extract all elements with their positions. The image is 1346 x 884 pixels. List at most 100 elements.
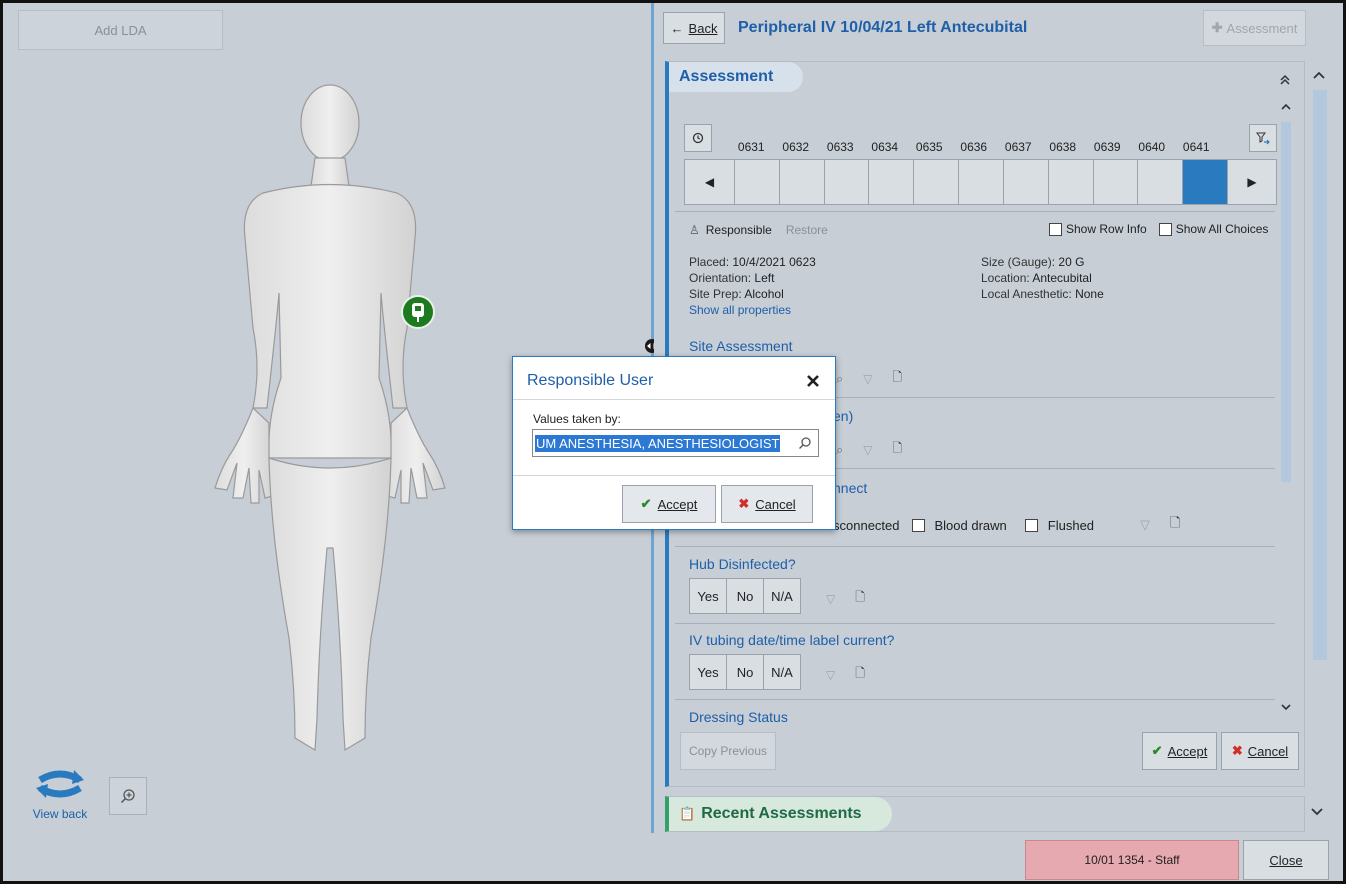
status-indicator[interactable]: 10/01 1354 - Staff	[1025, 840, 1239, 880]
view-back-button[interactable]: View back	[25, 766, 95, 826]
cancel-button[interactable]: ✖ Cancel	[1221, 732, 1299, 770]
add-assessment-button[interactable]: ✚ Assessment	[1203, 10, 1306, 46]
time-label: 0635	[915, 140, 943, 154]
time-cell[interactable]	[958, 160, 1003, 204]
add-lda-button[interactable]: Add LDA	[18, 10, 223, 50]
time-cell[interactable]	[868, 160, 913, 204]
na-button[interactable]: N/A	[763, 578, 801, 614]
lda-title: Peripheral IV 10/04/21 Left Antecubital	[738, 19, 1028, 36]
close-icon[interactable]	[804, 372, 822, 390]
show-row-info-checkbox[interactable]: Show Row Info	[1049, 222, 1147, 237]
time-cell[interactable]	[733, 160, 779, 204]
check-icon: ✔	[640, 496, 652, 511]
search-icon[interactable]: ⌕	[836, 442, 843, 458]
restore-link[interactable]: Restore	[786, 223, 828, 237]
time-cell[interactable]	[1092, 160, 1138, 204]
close-label: Close	[1269, 852, 1303, 868]
outer-scrollbar[interactable]	[1309, 65, 1329, 685]
hub-tools: ▽ 🗋	[826, 588, 865, 609]
no-button[interactable]: No	[726, 578, 764, 614]
copy-previous-button[interactable]: Copy Previous	[680, 732, 776, 770]
filter-icon[interactable]: ▽	[826, 668, 835, 682]
recent-assessments-label: Recent Assessments	[701, 805, 862, 822]
hub-disinfected-choices: Yes No N/A	[689, 578, 801, 614]
time-label: 0641	[1182, 140, 1210, 154]
comment-icon[interactable]: 🗋	[893, 368, 903, 389]
filter-columns-button[interactable]	[1249, 124, 1277, 152]
time-picker-button[interactable]	[684, 124, 712, 152]
time-strip: ◀ ▶	[684, 159, 1277, 205]
time-label: 0638	[1049, 140, 1077, 154]
dialog-accept-button[interactable]: ✔ Accept	[622, 485, 716, 523]
time-cell-selected[interactable]	[1182, 160, 1228, 204]
comment-icon[interactable]: 🗋	[855, 588, 865, 609]
search-icon[interactable]: ⌕	[836, 371, 843, 387]
disconnected-option[interactable]: sconnected	[833, 518, 900, 533]
time-cell[interactable]	[1047, 160, 1093, 204]
divider	[675, 211, 1275, 212]
close-button[interactable]: Close	[1243, 840, 1329, 880]
inner-scrollbar[interactable]	[1279, 100, 1293, 740]
time-cell[interactable]	[778, 160, 824, 204]
iv-tubing-label: IV tubing date/time label current?	[689, 632, 895, 648]
outer-scroll-thumb[interactable]	[1313, 90, 1327, 660]
accept-button[interactable]: ✔ Accept	[1142, 732, 1217, 770]
show-all-properties-link[interactable]: Show all properties	[689, 303, 791, 317]
recent-assessments-header[interactable]: 📋 Recent Assessments	[669, 797, 892, 831]
scroll-up-icon[interactable]	[1309, 65, 1329, 85]
show-all-choices-checkbox[interactable]: Show All Choices	[1158, 222, 1269, 237]
yes-button[interactable]: Yes	[689, 578, 727, 614]
time-cell[interactable]	[913, 160, 958, 204]
flushed-checkbox[interactable]	[1024, 518, 1038, 532]
show-row-info-label: Show Row Info	[1066, 222, 1147, 236]
comment-icon[interactable]: 🗋	[1170, 514, 1180, 536]
filter-icon[interactable]: ▽	[863, 443, 872, 457]
body-figure[interactable]	[193, 78, 468, 768]
time-cell[interactable]	[823, 160, 869, 204]
scroll-up-icon[interactable]	[1279, 100, 1293, 114]
zoom-button[interactable]	[109, 777, 147, 815]
search-icon[interactable]	[798, 436, 812, 450]
no-button[interactable]: No	[726, 654, 764, 690]
comment-icon[interactable]: 🗋	[855, 664, 865, 685]
divider	[675, 699, 1275, 700]
divider	[675, 546, 1275, 547]
inner-scroll-thumb[interactable]	[1281, 122, 1291, 482]
dialog-cancel-button[interactable]: ✖ Cancel	[721, 485, 813, 523]
time-label: 0639	[1093, 140, 1121, 154]
recent-assessments-panel[interactable]: 📋 Recent Assessments	[665, 796, 1305, 832]
iv-line-marker-icon[interactable]	[401, 295, 435, 329]
time-next-button[interactable]: ▶	[1227, 160, 1276, 204]
responsible-link[interactable]: Responsible	[706, 223, 772, 237]
view-options: Show Row Info Show All Choices	[1049, 222, 1269, 237]
dressing-status-label: Dressing Status	[689, 709, 788, 725]
scroll-down-icon[interactable]	[1279, 700, 1293, 714]
time-prev-button[interactable]: ◀	[685, 160, 734, 204]
back-button[interactable]: ← Back	[663, 12, 725, 44]
user-icon: ♙	[689, 223, 700, 237]
collapse-up-icon[interactable]	[1277, 72, 1293, 88]
divider	[513, 399, 835, 400]
size-value: 20 G	[1058, 255, 1085, 269]
na-button[interactable]: N/A	[763, 654, 801, 690]
time-label: 0637	[1004, 140, 1032, 154]
time-cell[interactable]	[1137, 160, 1182, 204]
iv-tools: ▽ 🗋	[826, 664, 865, 685]
next-arrow-icon: ▶	[1247, 175, 1257, 189]
expand-down-icon[interactable]	[1309, 803, 1325, 819]
time-label: 0632	[782, 140, 810, 154]
blood-drawn-checkbox[interactable]	[911, 518, 925, 532]
time-cell[interactable]	[1002, 160, 1048, 204]
iv-tubing-choices: Yes No N/A	[689, 654, 801, 690]
yes-button[interactable]: Yes	[689, 654, 727, 690]
comment-icon[interactable]: 🗋	[893, 439, 903, 460]
x-icon: ✖	[1231, 743, 1243, 758]
time-column-labels: 0631 0632 0633 0634 0635 0636 0637 0638 …	[729, 140, 1219, 154]
responsible-user-input[interactable]: UM ANESTHESIA, ANESTHESIOLOGIST	[532, 429, 819, 457]
filter-icon[interactable]: ▽	[1140, 517, 1150, 533]
filter-icon[interactable]: ▽	[863, 372, 872, 386]
accept-label: Accept	[1167, 743, 1208, 759]
filter-icon[interactable]: ▽	[826, 592, 835, 606]
site-prep-value: Alcohol	[744, 287, 784, 301]
show-all-choices-label: Show All Choices	[1175, 222, 1269, 236]
